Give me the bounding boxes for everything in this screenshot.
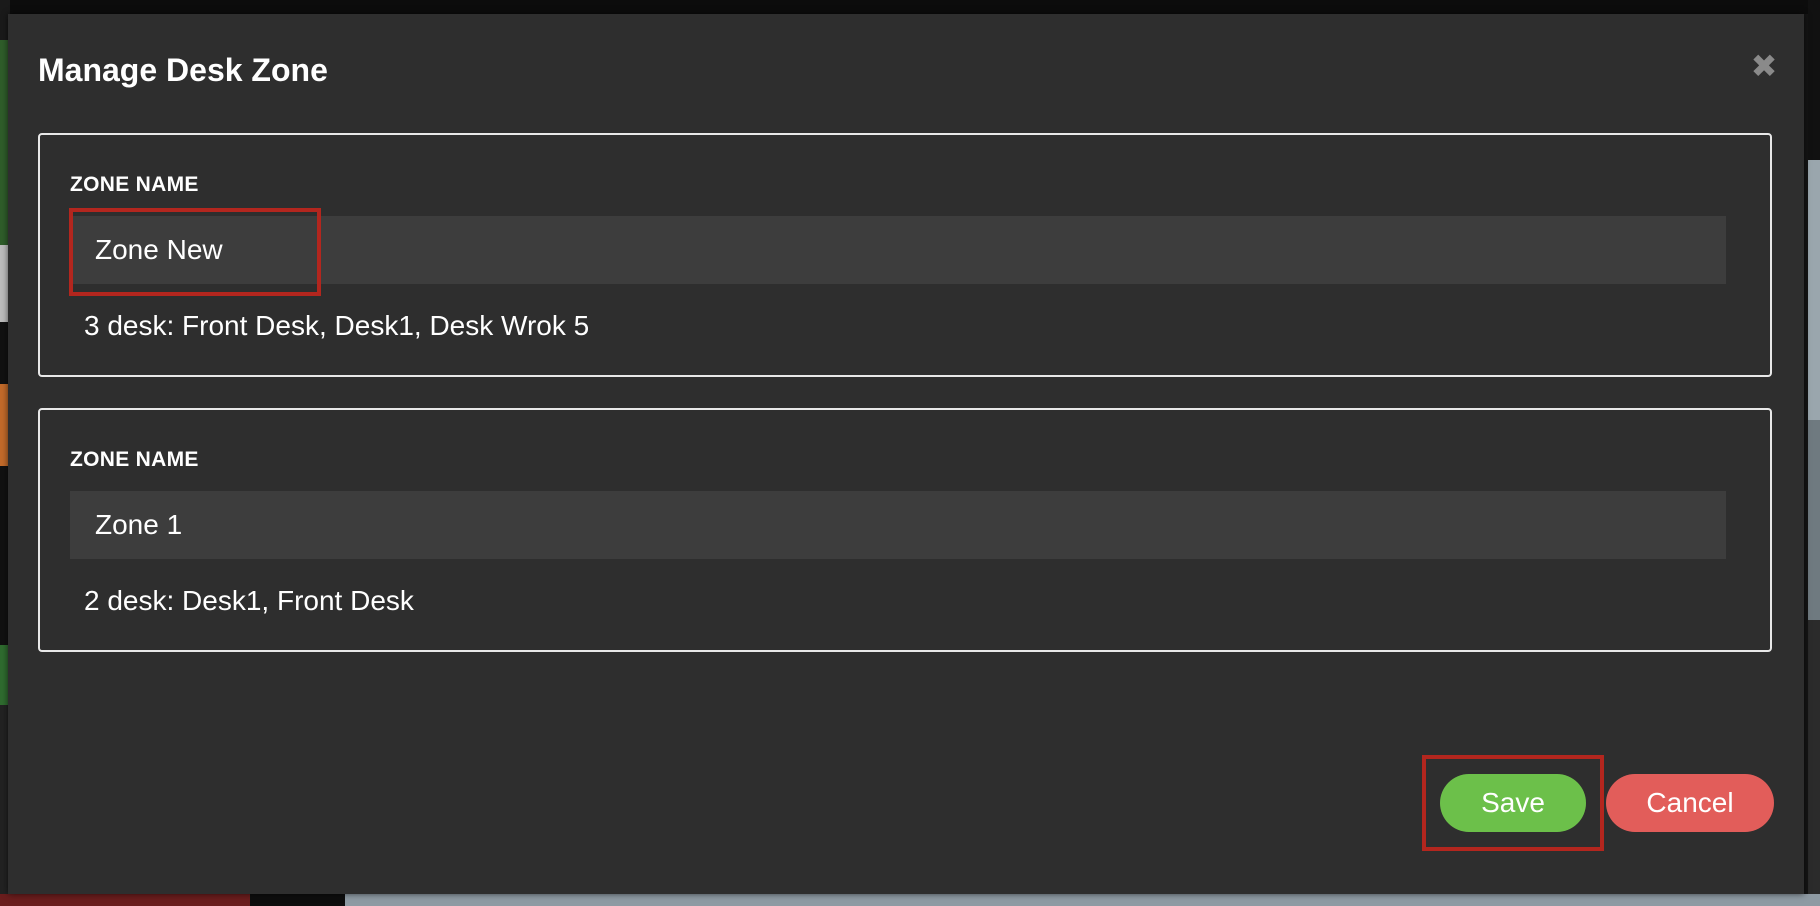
modal-title: Manage Desk Zone bbox=[38, 52, 328, 88]
zone-desks-summary: 3 desk: Front Desk, Desk1, Desk Wrok 5 bbox=[84, 310, 590, 341]
cancel-button[interactable]: Cancel bbox=[1606, 774, 1774, 832]
zone-card: ZONE NAME 2 desk: Desk1, Front Desk bbox=[38, 408, 1772, 652]
save-button[interactable]: Save bbox=[1440, 774, 1586, 832]
zone-name-input[interactable] bbox=[70, 216, 1726, 284]
zone-name-label: ZONE NAME bbox=[70, 448, 199, 471]
zone-name-label: ZONE NAME bbox=[70, 173, 199, 196]
background-app-top bbox=[0, 0, 1820, 14]
zone-desks-summary: 2 desk: Desk1, Front Desk bbox=[84, 585, 414, 616]
close-icon[interactable]: ✖ bbox=[1748, 50, 1780, 82]
background-app-bottom-edge bbox=[0, 894, 1820, 906]
manage-desk-zone-modal: Manage Desk Zone ✖ ZONE NAME 3 desk: Fro… bbox=[8, 14, 1804, 894]
zone-name-input[interactable] bbox=[70, 491, 1726, 559]
zone-card: ZONE NAME 3 desk: Front Desk, Desk1, Des… bbox=[38, 133, 1772, 377]
background-app-right-edge bbox=[1808, 0, 1820, 906]
